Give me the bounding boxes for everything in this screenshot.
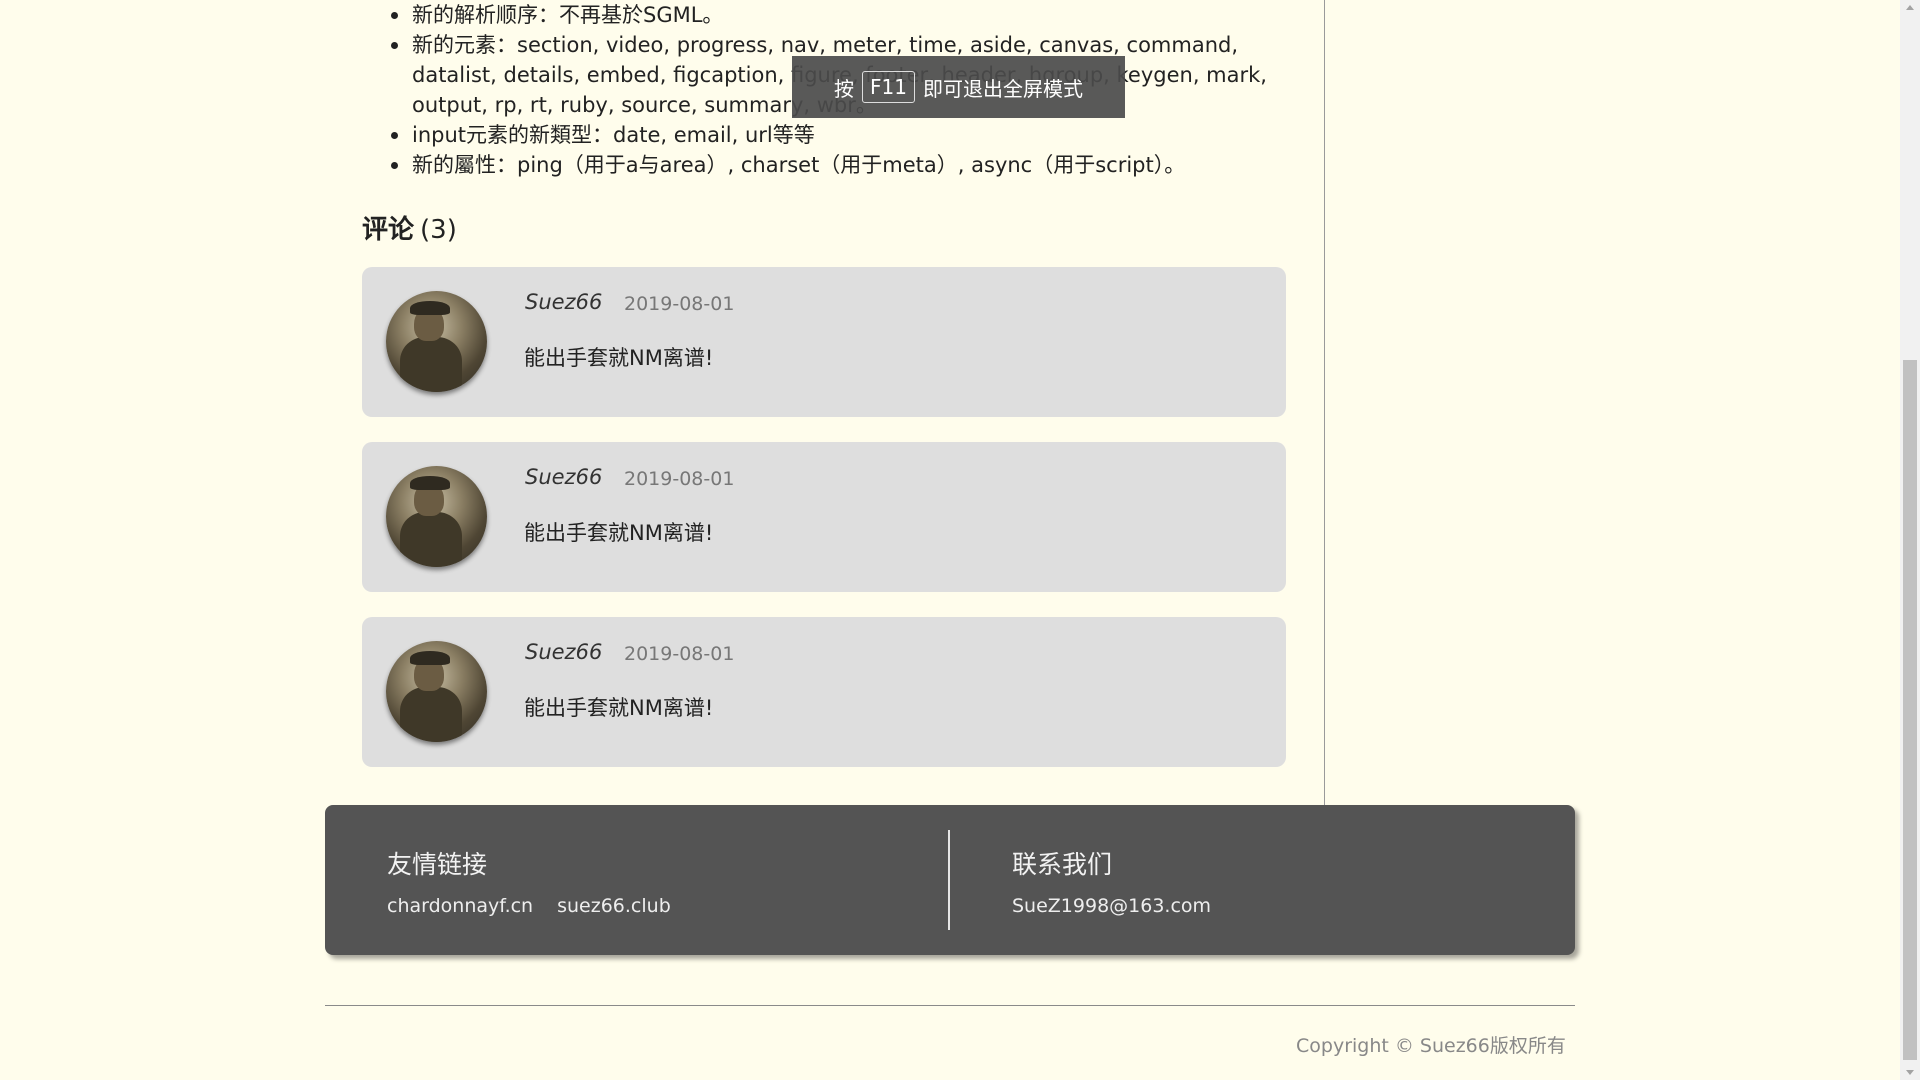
friend-links: chardonnayf.cn suez66.club: [387, 895, 695, 917]
feature-item: input元素的新類型：date, email, url等等: [378, 120, 1298, 150]
avatar[interactable]: [386, 466, 487, 567]
toast-suffix: 即可退出全屏模式: [922, 76, 1083, 101]
contact-section: 联系我们 SueZ1998@163.com: [950, 805, 1575, 955]
page: 新的解析顺序：不再基於SGML。 新的元素：section, video, pr…: [0, 0, 1900, 1080]
fullscreen-toast: 按 F11 即可退出全屏模式: [792, 56, 1125, 118]
comments-count: (3): [420, 215, 457, 245]
copyright: Copyright © Suez66版权所有: [1296, 1035, 1566, 1057]
comment-author[interactable]: Suez66: [525, 640, 602, 664]
avatar[interactable]: [386, 291, 487, 392]
friend-link[interactable]: chardonnayf.cn: [387, 895, 533, 917]
footer-box: 友情链接 chardonnayf.cn suez66.club 联系我们 SueZ…: [325, 805, 1575, 955]
contact-title: 联系我们: [1012, 850, 1113, 879]
comment-date: 2019-08-01: [624, 293, 735, 315]
comment-text: 能出手套就NM离谱!: [524, 521, 714, 545]
friend-links-section: 友情链接 chardonnayf.cn suez66.club: [325, 805, 948, 955]
scrollbar-thumb[interactable]: [1903, 360, 1917, 1060]
friend-links-title: 友情链接: [387, 850, 488, 879]
comment-card: Suez66 2019-08-01 能出手套就NM离谱!: [362, 617, 1286, 767]
comment-author[interactable]: Suez66: [525, 465, 602, 489]
comment-date: 2019-08-01: [624, 468, 735, 490]
friend-link[interactable]: suez66.club: [557, 895, 671, 917]
comment-card: Suez66 2019-08-01 能出手套就NM离谱!: [362, 442, 1286, 592]
comments-title: 评论: [362, 215, 415, 245]
vertical-scrollbar[interactable]: [1900, 0, 1920, 1080]
toast-prefix: 按: [834, 76, 855, 101]
footer-rule: [325, 1005, 1575, 1006]
comment-date: 2019-08-01: [624, 643, 735, 665]
scroll-down-icon[interactable]: [1906, 1070, 1914, 1075]
comment-author[interactable]: Suez66: [525, 290, 602, 314]
scroll-up-icon[interactable]: [1906, 5, 1914, 10]
comment-text: 能出手套就NM离谱!: [524, 696, 714, 720]
avatar[interactable]: [386, 641, 487, 742]
comment-card: Suez66 2019-08-01 能出手套就NM离谱!: [362, 267, 1286, 417]
f11-key: F11: [862, 71, 915, 103]
feature-item: 新的解析顺序：不再基於SGML。: [378, 0, 1298, 30]
comments-heading: 评论 (3): [362, 213, 457, 247]
sidebar-divider: [1324, 0, 1325, 805]
contact-email[interactable]: SueZ1998@163.com: [1012, 895, 1211, 917]
comment-text: 能出手套就NM离谱!: [524, 346, 714, 370]
feature-item: 新的屬性：ping（用于a与area）, charset（用于meta）, as…: [378, 150, 1298, 180]
